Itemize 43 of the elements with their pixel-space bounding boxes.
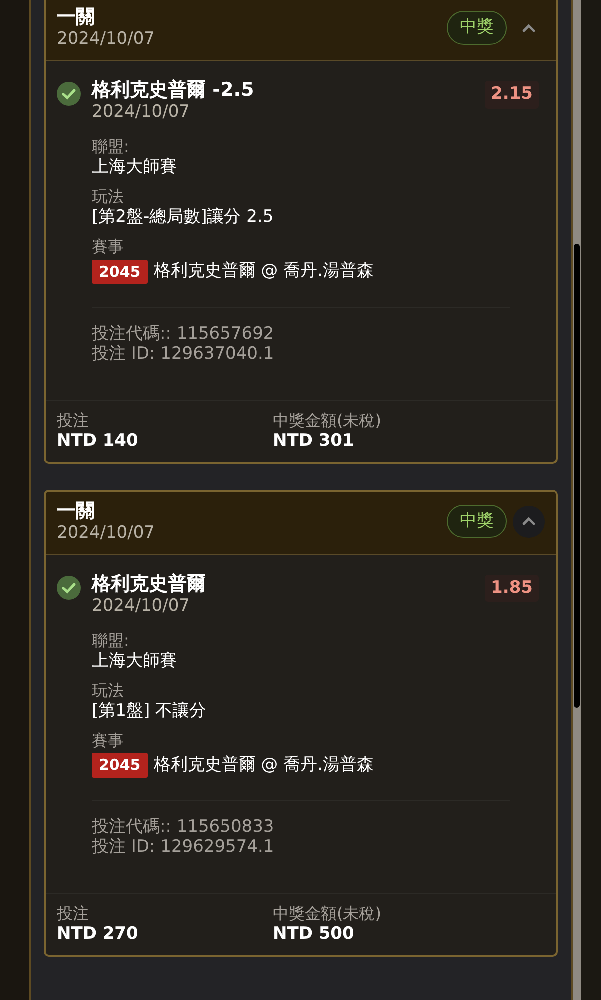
bet-code: 投注代碼:: 115657692 xyxy=(92,324,276,344)
stake-amount: NTD 270 xyxy=(57,924,140,945)
event-match: 格利克史普爾 @ 喬丹.湯普森 xyxy=(154,754,374,776)
payout-amount: NTD 301 xyxy=(273,430,356,452)
event-code-badge: 2045 xyxy=(92,260,148,284)
detail-label: 賽事 xyxy=(92,730,125,750)
status-pill: 中獎 xyxy=(447,504,507,538)
scrollbar[interactable] xyxy=(573,0,581,1000)
chevron-icon xyxy=(522,24,536,32)
detail-value: [第2盤-總局數]讓分 2.5 xyxy=(92,207,275,228)
collapse-button[interactable] xyxy=(513,506,545,538)
detail-label: 賽事 xyxy=(92,237,125,257)
bet-date: 2024/10/07 xyxy=(57,29,156,50)
selection-date: 2024/10/07 xyxy=(92,102,191,123)
payout-label: 中獎金額(未稅) xyxy=(273,410,382,430)
stake-amount: NTD 140 xyxy=(57,430,140,452)
bet-id: 投注 ID: 129637040.1 xyxy=(92,344,276,364)
bet-type: 一關 xyxy=(57,6,96,29)
selection-name: 格利克史普爾 -2.5 xyxy=(92,79,256,102)
detail-value: [第1盤] 不讓分 xyxy=(92,700,208,722)
bet-id: 投注 ID: 129629574.1 xyxy=(92,837,276,857)
detail-label: 玩法 xyxy=(92,680,125,700)
bet-code: 投注代碼:: 115650833 xyxy=(92,817,276,837)
detail-value: 上海大師賽 xyxy=(92,650,178,672)
detail-label: 聯盟: xyxy=(92,630,130,650)
payout-label: 中獎金額(未稅) xyxy=(273,904,382,924)
status-pill: 中獎 xyxy=(447,11,507,45)
selection-date: 2024/10/07 xyxy=(92,596,191,616)
selection-name: 格利克史普爾 xyxy=(92,572,207,596)
detail-label: 聯盟: xyxy=(92,137,130,157)
payout-amount: NTD 500 xyxy=(273,924,356,945)
scrollbar-thumb[interactable] xyxy=(574,244,580,708)
bet-date: 2024/10/07 xyxy=(57,522,156,544)
odds: 2.15 xyxy=(485,81,539,108)
odds: 1.85 xyxy=(485,574,539,602)
detail-label: 玩法 xyxy=(92,187,125,207)
stake-label: 投注 xyxy=(57,904,90,924)
event-match: 格利克史普爾 @ 喬丹.湯普森 xyxy=(154,260,374,283)
chevron-icon xyxy=(522,517,536,526)
detail-value: 上海大師賽 xyxy=(92,157,178,178)
bet-type: 一關 xyxy=(57,500,96,522)
event-code-badge: 2045 xyxy=(92,753,148,778)
stake-label: 投注 xyxy=(57,410,90,430)
